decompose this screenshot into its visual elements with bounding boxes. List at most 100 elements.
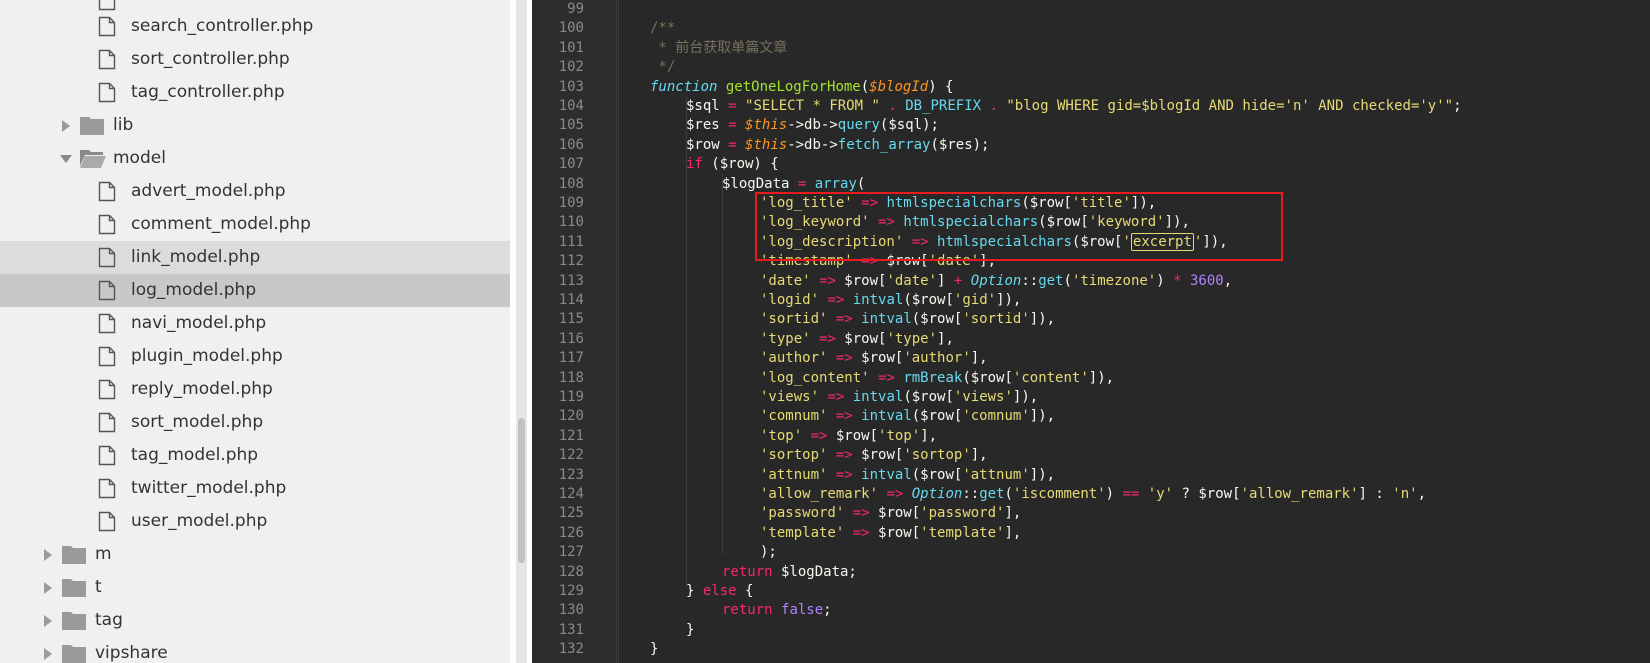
code-line[interactable]: } <box>686 621 694 640</box>
function-call: intval <box>861 408 912 425</box>
tree-file-sort-model[interactable]: sort_model.php <box>0 406 510 439</box>
code-line[interactable]: $res = $this->db->query($sql); <box>686 116 939 135</box>
tree-folder-m[interactable]: m <box>0 538 510 571</box>
tree-file-user-model[interactable]: user_model.php <box>0 505 510 538</box>
code-line[interactable]: 'allow_remark' => Option::get('iscomment… <box>760 485 1426 504</box>
code-line[interactable]: } else { <box>686 582 753 601</box>
tree-file-log-model[interactable]: log_model.php <box>0 274 510 307</box>
tree-folder-t[interactable]: t <box>0 571 510 604</box>
array-index: 'sortop' <box>903 447 971 464</box>
code-line[interactable]: $sql = "SELECT * FROM " . DB_PREFIX . "b… <box>686 97 1462 116</box>
code-line[interactable]: 'top' => $row['top'], <box>760 427 937 446</box>
line-number: 113 <box>558 272 584 289</box>
string: 'y' <box>1147 486 1174 502</box>
array-key: 'attnum' <box>760 466 828 483</box>
chevron-right-icon[interactable] <box>44 648 52 660</box>
chevron-right-icon[interactable] <box>44 549 52 561</box>
folder-icon <box>62 579 86 597</box>
tree-file-search-controller[interactable]: search_controller.php <box>0 10 510 43</box>
code-line[interactable]: * 前台获取单篇文章 <box>650 39 787 58</box>
tree-file-comment-model[interactable]: comment_model.php <box>0 208 510 241</box>
tree-file-plugin-model[interactable]: plugin_model.php <box>0 340 510 373</box>
array-index: 'top' <box>878 427 921 444</box>
line-number: 118 <box>558 369 584 386</box>
array-key: 'logid' <box>760 292 820 308</box>
tree-item-label: user_model.php <box>131 511 268 531</box>
code-line[interactable]: 'views' => intval($row['views']), <box>760 388 1038 407</box>
tree-file-link-model[interactable]: link_model.php <box>0 241 510 274</box>
code-line[interactable]: ); <box>760 543 777 562</box>
tree-file-sort-controller[interactable]: sort_controller.php <box>0 43 510 76</box>
tree-folder-lib[interactable]: lib <box>0 109 510 142</box>
array-key: 'type' <box>760 330 811 347</box>
folder-icon <box>62 546 86 564</box>
tree-item-label: m <box>95 544 112 564</box>
code-line[interactable]: 'sortid' => intval($row['sortid']), <box>760 310 1055 329</box>
method-call: get <box>979 486 1005 502</box>
code-line[interactable]: 'sortop' => $row['sortop'], <box>760 446 988 465</box>
string: "blog WHERE gid=$blogId AND hide='n' AND… <box>1006 98 1454 114</box>
file-icon <box>98 379 116 400</box>
tree-file-twitter-model[interactable]: twitter_model.php <box>0 472 510 505</box>
array-key: 'views' <box>760 389 820 405</box>
tree-file-tag-model[interactable]: tag_model.php <box>0 439 510 472</box>
code-line[interactable]: } <box>650 640 658 659</box>
code-line[interactable]: function getOneLogForHome($blogId) { <box>650 78 953 97</box>
code-editor[interactable]: 99 100 101 102 103 104 105 106 107 108 1… <box>532 0 1650 663</box>
code-line[interactable]: /** <box>650 19 675 38</box>
code-line[interactable]: if ($row) { <box>686 155 779 174</box>
tree-item-label: tag_controller.php <box>131 82 285 102</box>
tree-item-label: lib <box>113 115 134 135</box>
tree-file-tag-controller[interactable]: tag_controller.php <box>0 76 510 109</box>
tree-scrollbar[interactable] <box>516 0 527 663</box>
code-line[interactable]: 'logid' => intval($row['gid']), <box>760 291 1021 310</box>
chevron-right-icon[interactable] <box>62 120 70 132</box>
chevron-down-icon[interactable] <box>60 155 72 163</box>
constant: DB_PREFIX <box>905 98 982 114</box>
line-number: 112 <box>558 253 584 270</box>
array-key: 'sortid' <box>760 311 828 328</box>
tree-folder-model[interactable]: model <box>0 142 510 175</box>
code-line[interactable]: 'template' => $row['template'], <box>760 524 1021 543</box>
tree-item-label: sort_controller.php <box>131 49 290 69</box>
tree-folder-vipshare[interactable]: vipshare <box>0 637 510 663</box>
code-line[interactable]: 'date' => $row['date'] + Option::get('ti… <box>760 272 1232 291</box>
line-number-gutter: 99 100 101 102 103 104 105 106 107 108 1… <box>532 0 617 663</box>
code-line[interactable]: 'password' => $row['password'], <box>760 504 1021 523</box>
tree-file-advert-model[interactable]: advert_model.php <box>0 175 510 208</box>
line-number: 120 <box>558 408 584 425</box>
line-number: 99 <box>567 1 584 17</box>
code-line[interactable]: */ <box>650 58 675 77</box>
chevron-right-icon[interactable] <box>44 582 52 594</box>
tree-file-navi-model[interactable]: navi_model.php <box>0 307 510 340</box>
function-call: intval <box>852 389 904 405</box>
keyword: return <box>722 563 773 580</box>
array-index: 'views' <box>953 389 1013 405</box>
line-number: 104 <box>558 98 584 114</box>
line-number: 114 <box>558 292 584 308</box>
line-number: 110 <box>558 214 584 231</box>
array-index: 'type' <box>886 330 938 347</box>
code-line[interactable]: return $logData; <box>722 563 857 582</box>
tree-folder-tag[interactable]: tag <box>0 604 510 637</box>
code-line[interactable]: 'author' => $row['author'], <box>760 349 988 368</box>
code-line[interactable]: 'log_content' => rmBreak($row['content']… <box>760 369 1114 388</box>
code-line[interactable]: 'type' => $row['type'], <box>760 330 954 349</box>
code-line[interactable]: $row = $this->db->fetch_array($res); <box>686 136 990 155</box>
tree-file-reply-model[interactable]: reply_model.php <box>0 373 510 406</box>
keyword: else <box>702 583 737 599</box>
code-line[interactable]: return false; <box>722 601 832 620</box>
code-line[interactable]: 'comnum' => intval($row['comnum']), <box>760 407 1055 426</box>
code-line[interactable]: 'attnum' => intval($row['attnum']), <box>760 466 1055 485</box>
chevron-right-icon[interactable] <box>44 615 52 627</box>
line-number: 123 <box>558 466 584 483</box>
tree-item-label: log_model.php <box>131 280 257 300</box>
array-key: 'log_content' <box>760 369 870 386</box>
folder-open-icon <box>80 150 106 168</box>
tree-item-label: vipshare <box>95 643 168 663</box>
function-call: intval <box>861 466 912 483</box>
tree-scrollbar-thumb[interactable] <box>518 418 525 563</box>
tree-item-label: comment_model.php <box>131 214 311 234</box>
tree-item-label: link_model.php <box>131 247 261 267</box>
array-key: 'allow_remark' <box>760 486 879 502</box>
